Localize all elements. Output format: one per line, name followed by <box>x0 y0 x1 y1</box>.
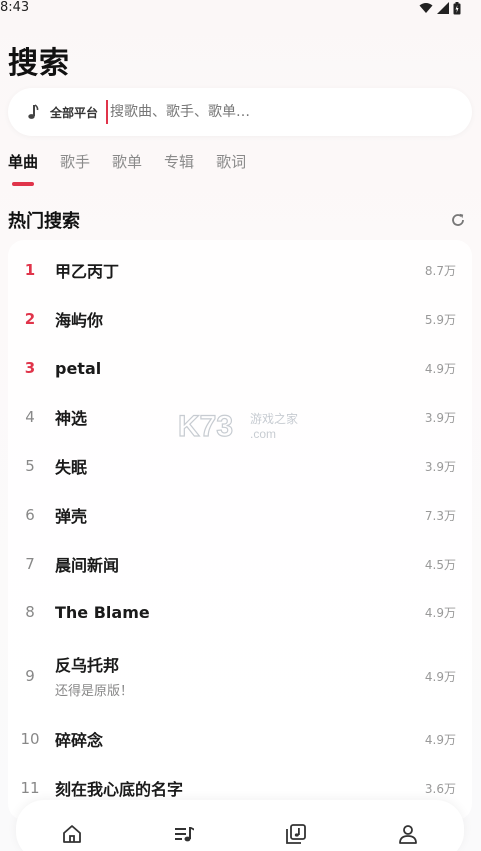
search-count: 4.5万 <box>424 557 456 572</box>
search-count: 4.9万 <box>424 361 456 376</box>
profile-icon <box>399 825 417 844</box>
rank-number: 9 <box>25 667 35 685</box>
search-input[interactable] <box>110 104 411 120</box>
search-count: 3.6万 <box>424 781 456 796</box>
bottom-nav <box>16 800 464 851</box>
refresh-icon[interactable] <box>450 212 466 228</box>
tab-songs[interactable]: 单曲 <box>8 150 38 186</box>
k73-watermark: K73 游戏之家 .com <box>178 409 298 442</box>
rank-number: 2 <box>24 310 36 328</box>
tab-albums[interactable]: 专辑 <box>164 150 194 186</box>
page-title: 搜索 <box>8 46 70 81</box>
song-title: 反乌托邦 <box>55 656 120 675</box>
search-tabs: 单曲 歌手 歌单 专辑 歌词 <box>8 150 246 190</box>
song-title: 刻在我心底的名字 <box>55 780 184 799</box>
song-title: 海屿你 <box>55 311 104 330</box>
status-bar: 8:43 <box>0 0 481 16</box>
rank-number: 4 <box>25 408 35 426</box>
tab-playlists[interactable]: 歌单 <box>112 150 142 186</box>
hot-search-header: 热门搜索 <box>8 206 466 234</box>
song-title: 晨间新闻 <box>55 556 120 575</box>
search-count: 4.9万 <box>424 669 456 684</box>
status-icons <box>419 1 461 15</box>
playlist-icon <box>175 827 194 842</box>
text-caret <box>106 100 109 124</box>
rank-number: 11 <box>20 779 40 797</box>
platform-selector[interactable]: 全部平台 <box>50 104 98 121</box>
library-icon <box>286 824 306 844</box>
search-count: 8.7万 <box>424 263 456 278</box>
home-icon <box>63 825 81 843</box>
song-title: 甲乙丙丁 <box>55 262 120 281</box>
watermark-tagline: 游戏之家 <box>250 411 298 426</box>
search-bar[interactable]: 全部平台 <box>8 88 472 136</box>
rank-number: 3 <box>24 359 36 377</box>
song-title: petal <box>55 358 102 378</box>
nav-profile[interactable] <box>396 822 420 846</box>
watermark-domain: .com <box>250 427 276 441</box>
rank-number: 1 <box>24 261 36 279</box>
song-title: 神选 <box>55 409 88 428</box>
nav-home[interactable] <box>60 822 84 846</box>
rank-number: 10 <box>20 730 40 748</box>
tab-lyrics[interactable]: 歌词 <box>216 150 246 186</box>
search-count: 5.9万 <box>424 312 456 327</box>
nav-playlist[interactable] <box>172 822 196 846</box>
song-subtitle: 还得是原版！ <box>55 684 134 699</box>
rank-number: 7 <box>25 555 35 573</box>
search-count: 4.9万 <box>424 732 456 747</box>
search-count: 3.9万 <box>424 459 456 474</box>
rank-number: 5 <box>25 457 35 475</box>
search-count: 4.9万 <box>424 605 456 620</box>
rank-number: 6 <box>25 506 35 524</box>
battery-icon <box>453 1 461 14</box>
song-title: 失眠 <box>55 458 88 477</box>
tab-artists[interactable]: 歌手 <box>60 150 90 186</box>
nav-library[interactable] <box>284 822 308 846</box>
section-title: 热门搜索 <box>8 211 80 232</box>
song-title: 碎碎念 <box>55 731 104 750</box>
song-title: The Blame <box>55 602 150 622</box>
wifi-icon <box>419 3 433 13</box>
watermark-brand: K73 <box>178 410 233 442</box>
signal-icon <box>437 2 449 14</box>
music-note-icon <box>28 104 39 119</box>
search-count: 7.3万 <box>424 508 456 523</box>
song-title: 弹壳 <box>55 507 88 526</box>
search-count: 3.9万 <box>424 410 456 425</box>
status-time: 8:43 <box>0 0 30 15</box>
rank-number: 8 <box>25 603 35 621</box>
hot-search-list: 1 甲乙丙丁 8.7万 2 海屿你 5.9万 3 petal 4.9万 4 神选… <box>8 240 472 820</box>
